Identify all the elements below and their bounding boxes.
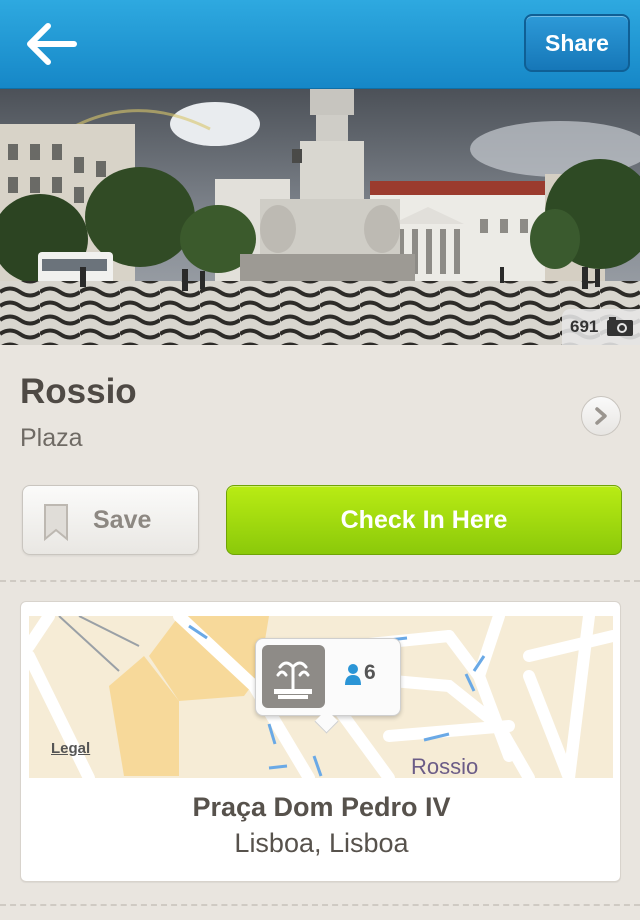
- check-in-button[interactable]: Check In Here: [226, 485, 622, 555]
- map-legal-link[interactable]: Legal: [51, 740, 90, 757]
- share-button[interactable]: Share: [524, 14, 630, 72]
- address-line-1: Praça Dom Pedro IV: [192, 792, 451, 822]
- divider: [0, 904, 640, 906]
- venue-photo[interactable]: 691: [0, 89, 640, 345]
- save-button[interactable]: Save: [22, 485, 199, 555]
- nav-bar: Share: [0, 0, 640, 89]
- back-button[interactable]: [22, 20, 82, 68]
- photo-count: 691: [570, 317, 599, 336]
- map-area-label: Rossio: [411, 754, 479, 778]
- address-line-2: Lisboa, Lisboa: [234, 828, 409, 858]
- venue-name: Rossio: [20, 372, 137, 411]
- save-label: Save: [93, 506, 152, 534]
- divider: [0, 580, 640, 582]
- photo-count-badge[interactable]: 691: [562, 309, 640, 345]
- checkins-count: 6: [364, 661, 376, 684]
- fountain-icon: [274, 661, 312, 699]
- person-icon: [345, 664, 361, 685]
- map-pin-callout[interactable]: 6: [255, 638, 401, 734]
- location-card[interactable]: Legal Rossio 6 Praça Dom Pedro IV Lisboa…: [20, 601, 621, 882]
- chevron-right-icon: [595, 407, 607, 425]
- plaza-category-badge: [262, 645, 325, 708]
- bookmark-icon: [44, 504, 68, 541]
- venue-details-button[interactable]: [581, 396, 621, 436]
- camera-icon: [607, 317, 634, 336]
- map-view[interactable]: Legal Rossio 6: [29, 616, 613, 778]
- plaza-photo: [0, 89, 640, 345]
- back-arrow-icon: [27, 23, 77, 65]
- venue-category: Plaza: [20, 424, 83, 452]
